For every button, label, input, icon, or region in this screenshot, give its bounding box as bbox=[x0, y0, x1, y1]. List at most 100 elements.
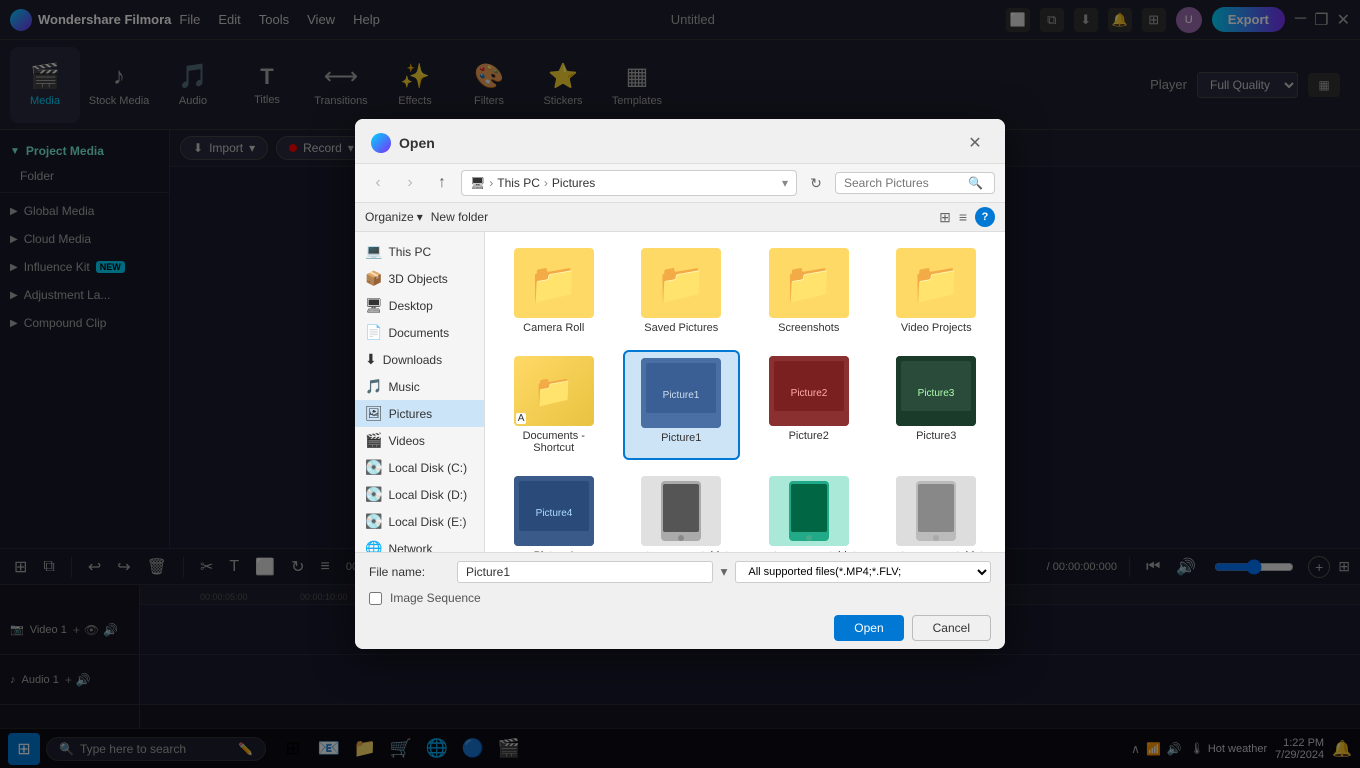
breadcrumb-icon: 🖥 bbox=[470, 176, 485, 190]
documents-label: Documents bbox=[388, 326, 449, 340]
videos-icon: 🎬 bbox=[365, 432, 382, 449]
svg-text:Picture3: Picture3 bbox=[918, 388, 955, 399]
picture1-name: Picture1 bbox=[661, 432, 701, 444]
samsung03-thumb bbox=[896, 476, 976, 546]
nav-local-d[interactable]: 💽 Local Disk (D:) bbox=[355, 481, 484, 508]
nav-desktop[interactable]: 🖥 Desktop bbox=[355, 292, 484, 319]
local-d-icon: 💽 bbox=[365, 486, 382, 503]
nav-panel: 💻 This PC 📦 3D Objects 🖥 Desktop 📄 Docum… bbox=[355, 232, 485, 552]
filename-input[interactable] bbox=[457, 561, 713, 583]
file-screenshots[interactable]: 📁 Screenshots bbox=[750, 242, 868, 340]
dialog-nav: ‹ › ↑ 🖥 › This PC › Pictures ▾ ↻ 🔍 bbox=[355, 164, 1005, 203]
help-button[interactable]: ? bbox=[975, 207, 995, 227]
nav-network[interactable]: 🌐 Network bbox=[355, 535, 484, 552]
svg-text:Picture4: Picture4 bbox=[535, 508, 572, 519]
files-panel: 📁 Camera Roll 📁 Saved Pictures 📁 bbox=[485, 232, 1005, 552]
videos-label: Videos bbox=[388, 434, 424, 448]
filetype-select[interactable]: All supported files(*.MP4;*.FLV; All Fil… bbox=[735, 561, 991, 583]
downloads-label: Downloads bbox=[383, 353, 442, 367]
picture1-svg: Picture1 bbox=[641, 358, 721, 428]
filename-dropdown-button[interactable]: ▾ bbox=[721, 564, 728, 580]
picture2-thumb: Picture2 bbox=[769, 356, 849, 426]
saved-pictures-name: Saved Pictures bbox=[644, 322, 718, 334]
pictures-label: Pictures bbox=[389, 407, 432, 421]
file-samsung-01[interactable]: root-samsung-tablet-01 bbox=[623, 470, 741, 552]
local-c-label: Local Disk (C:) bbox=[388, 461, 467, 475]
local-c-icon: 💽 bbox=[365, 459, 382, 476]
network-label: Network bbox=[388, 542, 432, 553]
organize-label: Organize bbox=[365, 210, 414, 224]
view-large-icons-button[interactable]: ⊞ bbox=[939, 209, 951, 226]
dialog-buttons: Open Cancel bbox=[369, 615, 991, 641]
nav-forward-button[interactable]: › bbox=[397, 170, 423, 196]
samsung01-svg bbox=[641, 476, 721, 546]
documents-shortcut-name: Documents - Shortcut bbox=[501, 430, 607, 454]
nav-3d-objects[interactable]: 📦 3D Objects bbox=[355, 265, 484, 292]
dialog-search-bar[interactable]: 🔍 bbox=[835, 172, 995, 194]
dialog-title-text: Open bbox=[399, 135, 435, 151]
dialog-body: 💻 This PC 📦 3D Objects 🖥 Desktop 📄 Docum… bbox=[355, 232, 1005, 552]
dialog-search-icon: 🔍 bbox=[968, 176, 983, 190]
file-picture2[interactable]: Picture2 Picture2 bbox=[750, 350, 868, 460]
new-folder-button[interactable]: New folder bbox=[431, 210, 488, 224]
nav-pictures[interactable]: 🖼 Pictures bbox=[355, 400, 484, 427]
nav-local-e[interactable]: 💽 Local Disk (E:) bbox=[355, 508, 484, 535]
file-documents-shortcut[interactable]: 📁 A Documents - Shortcut bbox=[495, 350, 613, 460]
nav-videos[interactable]: 🎬 Videos bbox=[355, 427, 484, 454]
documents-shortcut-thumb: 📁 A bbox=[514, 356, 594, 426]
dialog-close-button[interactable]: ✕ bbox=[961, 129, 989, 157]
dialog-footer: File name: ▾ All supported files(*.MP4;*… bbox=[355, 552, 1005, 649]
dialog-titlebar: Open ✕ bbox=[355, 119, 1005, 164]
nav-local-c[interactable]: 💽 Local Disk (C:) bbox=[355, 454, 484, 481]
nav-documents[interactable]: 📄 Documents bbox=[355, 319, 484, 346]
svg-text:Picture2: Picture2 bbox=[790, 388, 827, 399]
organize-button[interactable]: Organize ▾ bbox=[365, 210, 423, 224]
image-sequence-checkbox[interactable] bbox=[369, 592, 382, 605]
open-dialog: Open ✕ ‹ › ↑ 🖥 › This PC › Pictures ▾ ↻ … bbox=[355, 119, 1005, 649]
file-picture1[interactable]: Picture1 Picture1 bbox=[623, 350, 741, 460]
nav-back-button[interactable]: ‹ bbox=[365, 170, 391, 196]
file-picture3[interactable]: Picture3 Picture3 bbox=[878, 350, 996, 460]
samsung03-svg bbox=[896, 476, 976, 546]
breadcrumb-arrow-1: › bbox=[489, 176, 493, 190]
dialog-title-left: Open bbox=[371, 133, 435, 153]
samsung03-name: root-samsung-tablet-03 bbox=[884, 550, 990, 552]
refresh-button[interactable]: ↻ bbox=[803, 170, 829, 196]
dialog-search-input[interactable] bbox=[844, 176, 964, 190]
screenshots-name: Screenshots bbox=[778, 322, 839, 334]
nav-downloads[interactable]: ⬇ Downloads bbox=[355, 346, 484, 373]
view-list-button[interactable]: ≡ bbox=[959, 209, 967, 225]
dialog-overlay: Open ✕ ‹ › ↑ 🖥 › This PC › Pictures ▾ ↻ … bbox=[0, 0, 1360, 768]
screenshots-thumb: 📁 bbox=[769, 248, 849, 318]
picture3-name: Picture3 bbox=[916, 430, 956, 442]
file-samsung-02[interactable]: root-samsung-tablet-02 bbox=[750, 470, 868, 552]
nav-music[interactable]: 🎵 Music bbox=[355, 373, 484, 400]
cancel-button[interactable]: Cancel bbox=[912, 615, 991, 641]
breadcrumb-pictures: Pictures bbox=[552, 176, 595, 190]
dialog-filmora-icon bbox=[371, 133, 391, 153]
file-samsung-03[interactable]: root-samsung-tablet-03 bbox=[878, 470, 996, 552]
breadcrumb-this-pc: This PC bbox=[497, 176, 540, 190]
desktop-icon: 🖥 bbox=[365, 297, 383, 314]
open-file-button[interactable]: Open bbox=[834, 615, 903, 641]
documents-icon: 📄 bbox=[365, 324, 382, 341]
image-sequence-row: Image Sequence bbox=[369, 591, 991, 605]
camera-roll-name: Camera Roll bbox=[523, 322, 584, 334]
image-sequence-label: Image Sequence bbox=[390, 591, 481, 605]
local-e-icon: 💽 bbox=[365, 513, 382, 530]
filename-row: File name: ▾ All supported files(*.MP4;*… bbox=[369, 561, 991, 583]
samsung02-name: root-samsung-tablet-02 bbox=[756, 550, 862, 552]
file-camera-roll[interactable]: 📁 Camera Roll bbox=[495, 242, 613, 340]
nav-this-pc[interactable]: 💻 This PC bbox=[355, 238, 484, 265]
file-video-projects[interactable]: 📁 Video Projects bbox=[878, 242, 996, 340]
video-projects-name: Video Projects bbox=[901, 322, 972, 334]
samsung02-svg bbox=[769, 476, 849, 546]
dialog-toolbar: Organize ▾ New folder ⊞ ≡ ? bbox=[355, 203, 1005, 232]
filename-label: File name: bbox=[369, 565, 449, 579]
file-picture4[interactable]: Picture4 Picture4 bbox=[495, 470, 613, 552]
file-saved-pictures[interactable]: 📁 Saved Pictures bbox=[623, 242, 741, 340]
picture3-thumb: Picture3 bbox=[896, 356, 976, 426]
nav-up-button[interactable]: ↑ bbox=[429, 170, 455, 196]
svg-text:Picture1: Picture1 bbox=[663, 390, 700, 401]
picture3-svg: Picture3 bbox=[896, 356, 976, 426]
